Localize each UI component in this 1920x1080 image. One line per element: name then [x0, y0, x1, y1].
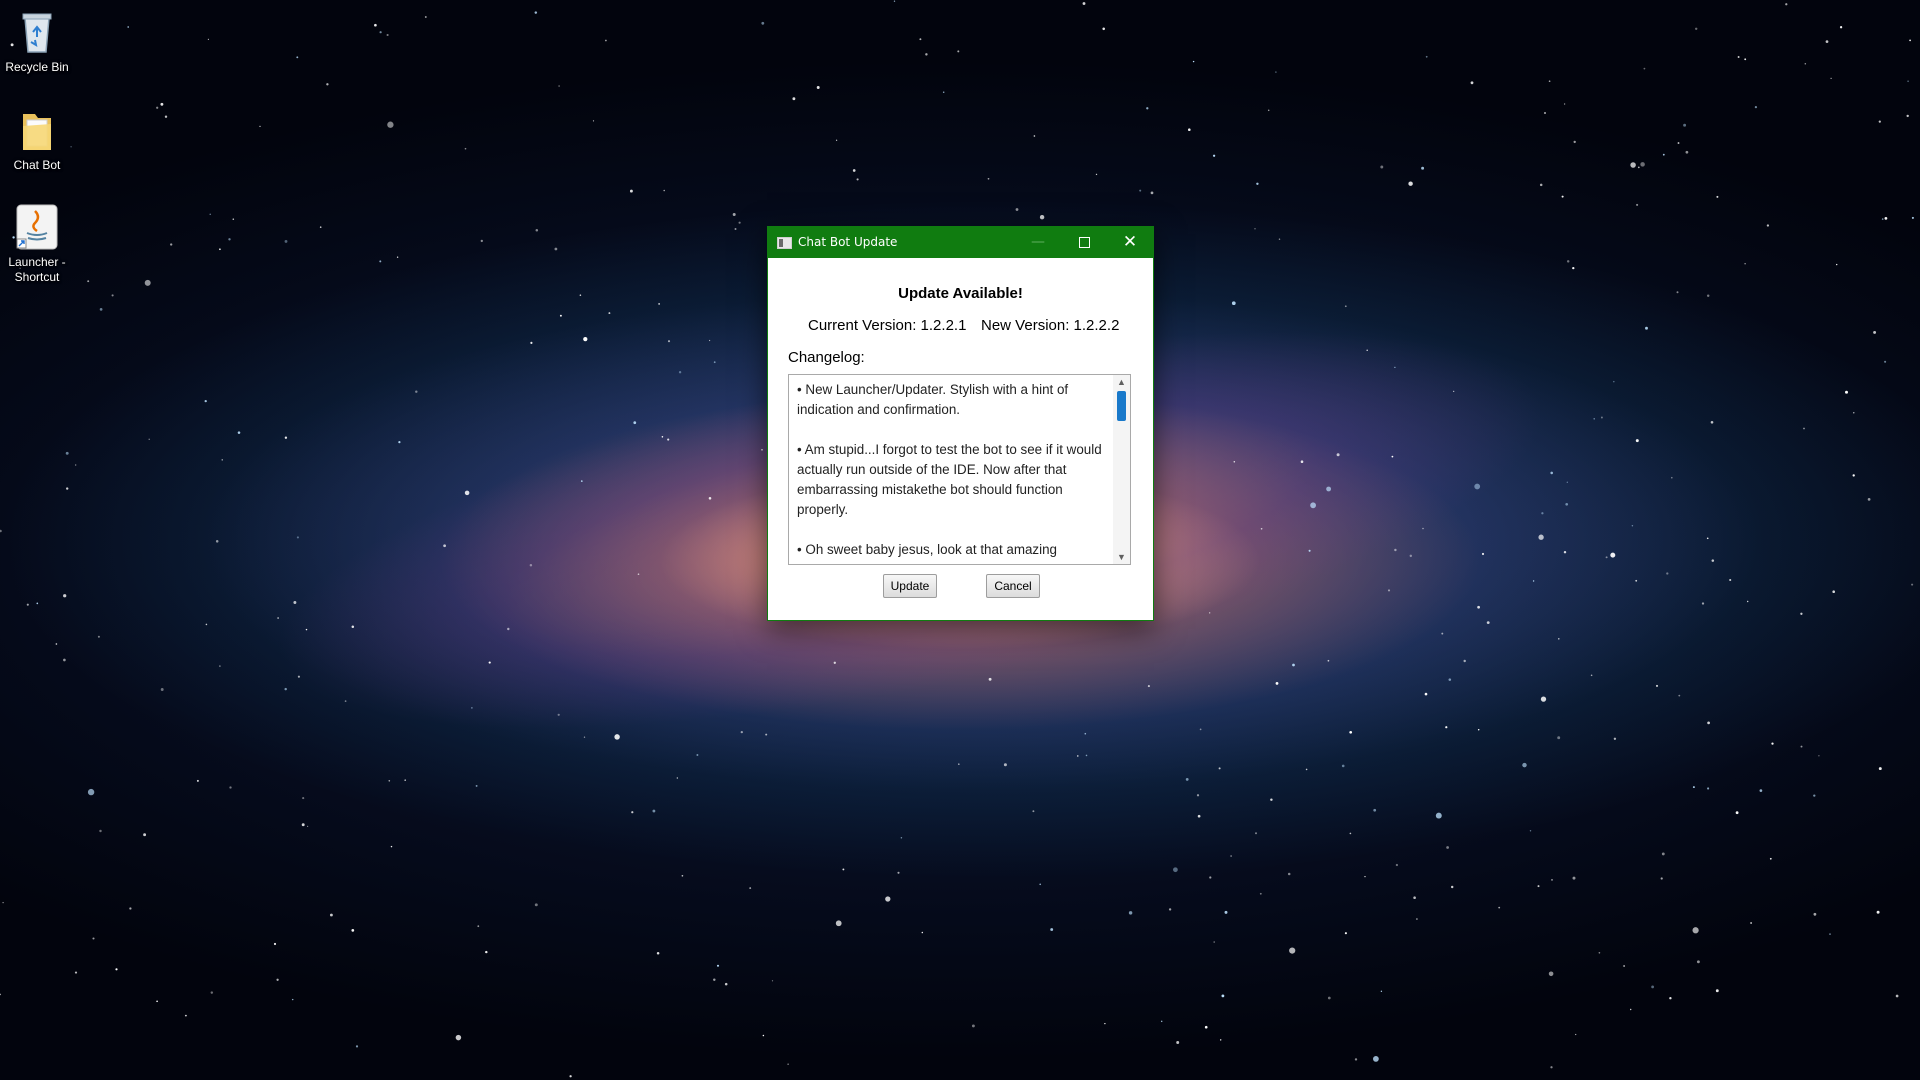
dialog-title: Chat Bot Update — [798, 235, 898, 249]
changelog-entry: • Am stupid...I forgot to test the bot t… — [797, 442, 1102, 517]
close-icon: ✕ — [1122, 232, 1138, 252]
scroll-up-arrow-icon[interactable]: ▲ — [1113, 375, 1130, 389]
changelog-entry: • New Launcher/Updater. Stylish with a h… — [797, 382, 1069, 417]
maximize-button[interactable] — [1061, 227, 1107, 258]
cancel-button[interactable]: Cancel — [986, 574, 1040, 598]
update-heading: Update Available! — [898, 285, 1023, 302]
desktop-icon-launcher-shortcut[interactable]: Launcher - Shortcut — [4, 203, 70, 285]
new-version-label: New Version: 1.2.2.2 — [981, 317, 1120, 334]
dialog-titlebar[interactable]: Chat Bot Update — ✕ — [768, 227, 1153, 258]
recycle-bin-icon — [15, 8, 59, 56]
changelog-label: Changelog: — [788, 349, 865, 366]
minimize-icon: — — [1031, 234, 1045, 250]
update-button[interactable]: Update — [883, 574, 937, 598]
scroll-down-arrow-icon[interactable]: ▼ — [1113, 550, 1130, 564]
changelog-textarea[interactable]: • New Launcher/Updater. Stylish with a h… — [788, 374, 1131, 565]
scroll-thumb[interactable] — [1117, 391, 1126, 421]
desktop-icon-label: Chat Bot — [13, 158, 61, 172]
desktop-icon-label: Launcher - Shortcut — [8, 255, 66, 284]
maximize-icon — [1078, 236, 1090, 248]
folder-icon — [15, 106, 59, 154]
desktop-icon-recycle-bin[interactable]: Recycle Bin — [4, 8, 70, 75]
close-button[interactable]: ✕ — [1107, 227, 1153, 258]
java-icon — [15, 203, 59, 251]
desktop-icon-label: Recycle Bin — [5, 60, 69, 74]
window-app-icon — [777, 237, 792, 249]
minimize-button[interactable]: — — [1015, 227, 1061, 258]
update-dialog: Chat Bot Update — ✕ Update Available! Cu… — [767, 226, 1154, 621]
changelog-scrollbar[interactable]: ▲ ▼ — [1113, 375, 1130, 564]
current-version-label: Current Version: 1.2.2.1 — [808, 317, 967, 334]
desktop-icon-chat-bot[interactable]: Chat Bot — [4, 106, 70, 173]
changelog-entry: • Oh sweet baby jesus, look at that amaz… — [797, 542, 1057, 557]
changelog-text: • New Launcher/Updater. Stylish with a h… — [797, 380, 1102, 564]
